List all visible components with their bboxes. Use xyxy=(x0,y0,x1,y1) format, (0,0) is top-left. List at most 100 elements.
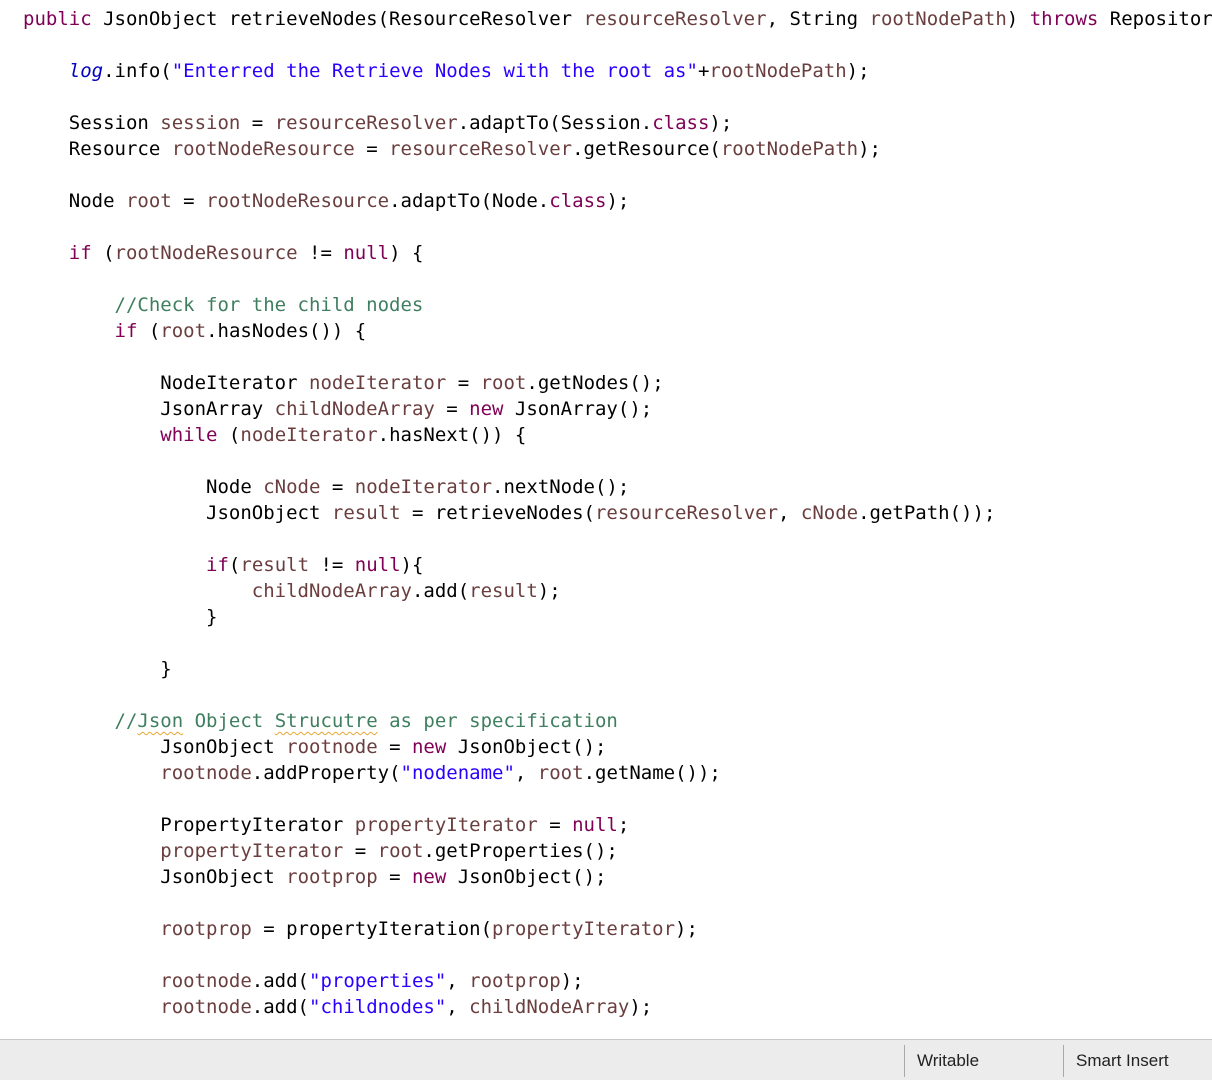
code-token: rootNodeResource xyxy=(114,242,298,264)
code-token: resourceResolver xyxy=(274,112,458,134)
code-token: ); xyxy=(537,580,561,602)
code-token: rootprop xyxy=(286,866,378,888)
code-token: , xyxy=(446,970,470,992)
code-token: propertyIterator xyxy=(354,814,538,836)
status-divider xyxy=(904,1045,905,1077)
code-token: "nodename" xyxy=(400,762,515,784)
code-token: new xyxy=(411,866,447,888)
code-token: .adaptTo(Session. xyxy=(457,112,653,134)
code-token: childNodeArray xyxy=(469,996,630,1018)
code-token: ); xyxy=(675,918,698,940)
code-token: rootNodeResource xyxy=(206,190,390,212)
code-line: rootnode.add("properties", rootprop); xyxy=(23,968,584,994)
code-token: nodeIterator xyxy=(240,424,378,446)
code-line: propertyIterator = root.getProperties(); xyxy=(23,838,618,864)
code-token: , String xyxy=(766,8,870,30)
code-token: ); xyxy=(560,970,584,992)
code-token: .getPath()); xyxy=(858,502,996,524)
code-token: "Enterred the Retrieve Nodes with the ro… xyxy=(171,60,698,82)
code-token: JsonArray xyxy=(160,398,275,420)
code-token: ) xyxy=(1006,8,1030,30)
code-token: cNode xyxy=(800,502,859,524)
code-token: RepositoryException { xyxy=(1109,8,1212,30)
code-token: root xyxy=(377,840,424,862)
code-token: } xyxy=(206,606,218,628)
code-token: .nextNode(); xyxy=(492,476,630,498)
code-token: Node xyxy=(68,190,126,212)
code-token: rootnode xyxy=(160,970,252,992)
code-line: NodeIterator nodeIterator = root.getNode… xyxy=(23,370,664,396)
code-token: = retrieveNodes( xyxy=(400,502,595,524)
code-token: Session xyxy=(68,112,161,134)
code-token: = xyxy=(434,398,470,420)
code-token: .add( xyxy=(251,970,309,992)
code-token: public xyxy=(23,8,92,30)
code-token: .getResource( xyxy=(572,138,721,160)
code-editor[interactable]: public JsonObject retrieveNodes(Resource… xyxy=(0,0,1212,1039)
code-line: } xyxy=(23,656,171,682)
code-token: .getNodes(); xyxy=(526,372,664,394)
code-line: rootnode.addProperty("nodename", root.ge… xyxy=(23,760,721,786)
code-token: root xyxy=(160,320,207,342)
code-token: "properties" xyxy=(309,970,447,992)
code-token: = xyxy=(171,190,207,212)
code-token: "childnodes" xyxy=(309,996,447,1018)
code-token: JsonObject xyxy=(160,866,287,888)
code-token: JsonArray(); xyxy=(503,398,653,420)
code-token: rootNodePath xyxy=(869,8,1007,30)
code-token: //Check for the child nodes xyxy=(114,294,424,316)
code-token: rootnode xyxy=(286,736,378,758)
code-line: while (nodeIterator.hasNext()) { xyxy=(23,422,526,448)
code-token: .getProperties(); xyxy=(423,840,618,862)
code-token: childNodeArray xyxy=(251,580,412,602)
code-token: ); xyxy=(858,138,881,160)
code-token: = xyxy=(354,138,390,160)
code-token: ( xyxy=(137,320,161,342)
code-line: rootprop = propertyIteration(propertyIte… xyxy=(23,916,698,942)
code-token: Strucutre xyxy=(274,710,378,732)
code-token: result xyxy=(469,580,538,602)
code-token: ; xyxy=(617,814,630,836)
code-token: if xyxy=(68,242,92,264)
code-token: JsonObject xyxy=(160,736,287,758)
code-token: resourceResolver xyxy=(594,502,779,524)
code-token: rootNodePath xyxy=(709,60,847,82)
code-token: ( xyxy=(217,424,241,446)
code-line: Node root = rootNodeResource.adaptTo(Nod… xyxy=(23,188,630,214)
code-token: // xyxy=(114,710,138,732)
code-token: rootNodePath xyxy=(720,138,859,160)
code-line: Node cNode = nodeIterator.nextNode(); xyxy=(23,474,629,500)
code-token: .hasNodes()) { xyxy=(206,320,367,342)
code-token: resourceResolver xyxy=(389,138,573,160)
code-token: log xyxy=(68,60,104,82)
code-line: if (rootNodeResource != null) { xyxy=(23,240,424,266)
code-token: new xyxy=(411,736,447,758)
status-divider xyxy=(1063,1045,1064,1077)
code-token: resourceResolver xyxy=(583,8,767,30)
code-token: root xyxy=(480,372,527,394)
insert-mode-status[interactable]: Smart Insert xyxy=(1076,1040,1169,1081)
code-line: public JsonObject retrieveNodes(Resource… xyxy=(23,6,1212,32)
code-token: nodeIterator xyxy=(309,372,447,394)
code-line: JsonObject result = retrieveNodes(resour… xyxy=(23,500,995,526)
code-line: log.info("Enterred the Retrieve Nodes wi… xyxy=(23,58,870,84)
code-token: root xyxy=(537,762,584,784)
code-token: childNodeArray xyxy=(274,398,435,420)
code-token: Object xyxy=(183,710,275,732)
code-token: = xyxy=(446,372,481,394)
code-token: while xyxy=(160,424,218,446)
code-token: .adaptTo(Node. xyxy=(389,190,550,212)
status-bar: Writable Smart Insert xyxy=(0,1039,1212,1080)
code-token: = xyxy=(240,112,275,134)
